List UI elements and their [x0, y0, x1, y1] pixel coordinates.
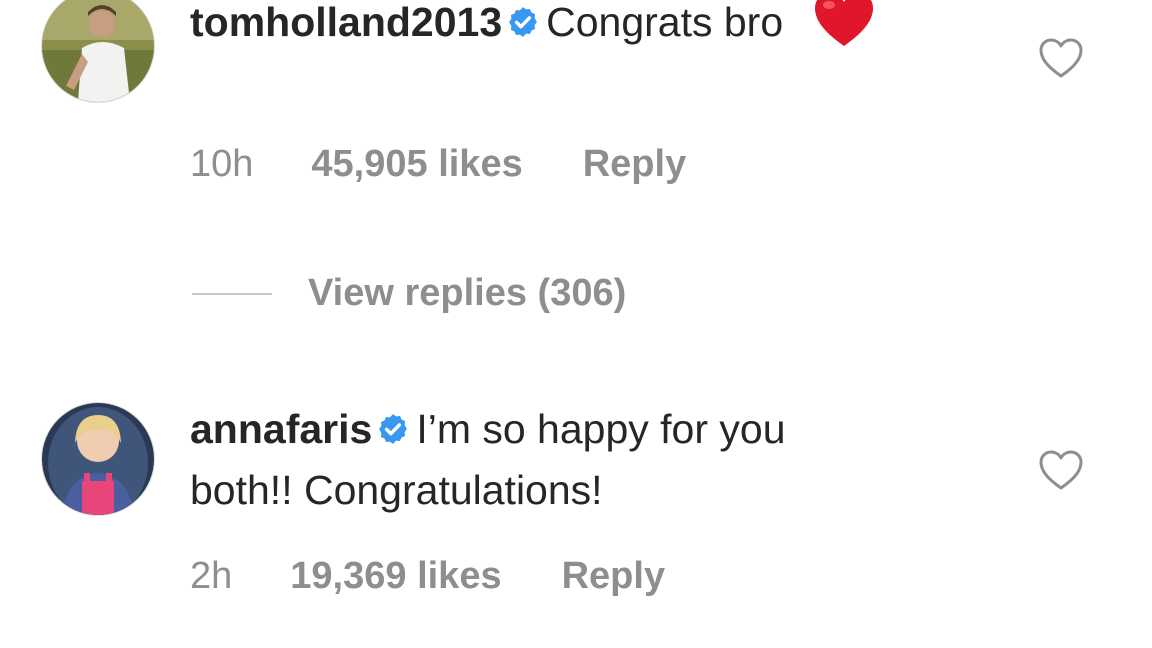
comment-time: 2h [190, 555, 233, 597]
username[interactable]: annafaris [190, 406, 372, 452]
comment-body: annafaris I’m so happy for you both!! Con… [190, 400, 890, 519]
comment-item: tomholland2013 Congrats bro 10h 45,905 lik… [0, 0, 1152, 220]
heart-outline-icon[interactable] [1038, 38, 1084, 80]
username[interactable]: tomholland2013 [190, 0, 502, 45]
reply-button[interactable]: Reply [562, 554, 665, 598]
verified-badge-icon [506, 0, 540, 54]
verified-badge-icon [376, 403, 410, 461]
likes-count[interactable]: 45,905 likes [311, 142, 522, 186]
comment-meta: 10h 45,905 likes Reply [190, 142, 686, 186]
comment-item: annafaris I’m so happy for you both!! Con… [0, 390, 1152, 630]
comment-time: 10h [190, 143, 254, 185]
likes-count[interactable]: 19,369 likes [290, 554, 501, 598]
view-replies-label[interactable]: View replies (306) [308, 272, 626, 314]
red-heart-emoji [813, 0, 875, 63]
reply-button[interactable]: Reply [583, 142, 686, 186]
heart-outline-icon[interactable] [1038, 450, 1084, 492]
divider-line [192, 292, 272, 295]
avatar[interactable] [42, 0, 154, 102]
comment-text: Congrats bro [546, 0, 784, 45]
avatar[interactable] [42, 403, 154, 515]
comment-body: tomholland2013 Congrats bro [190, 0, 890, 63]
view-replies-button[interactable]: View replies (306) [192, 272, 626, 322]
comment-meta: 2h 19,369 likes Reply [190, 554, 665, 598]
